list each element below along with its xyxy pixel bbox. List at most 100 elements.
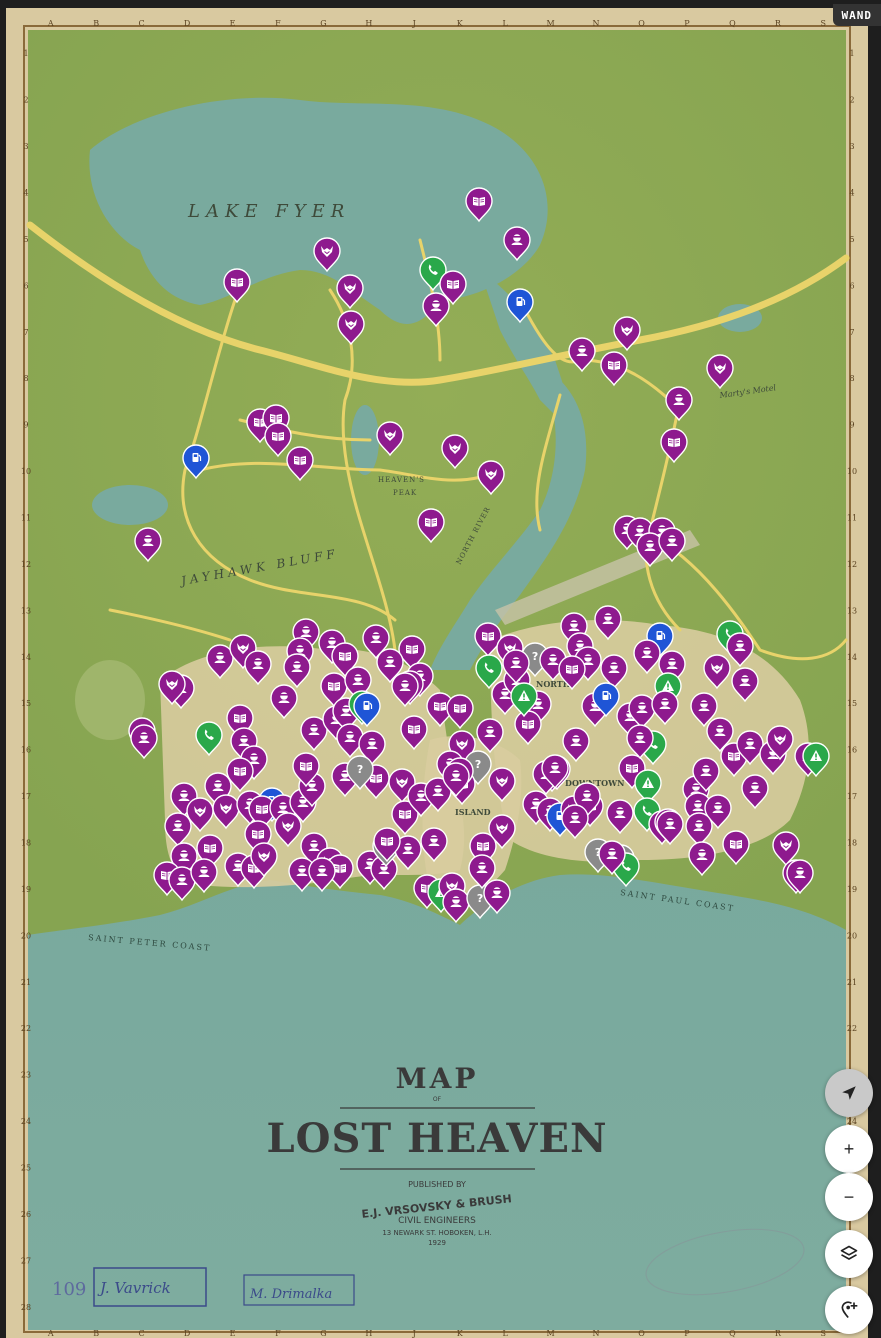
grid-number: 18 <box>21 839 31 848</box>
grid-number: 12 <box>847 560 857 569</box>
signature-drimalka: M. Drimalka <box>249 1287 332 1302</box>
layers-button[interactable] <box>825 1230 873 1278</box>
grid-number: 9 <box>23 421 28 430</box>
signature-vavrick: J. Vavrick <box>97 1279 171 1297</box>
svg-text:?: ? <box>477 892 483 905</box>
published-by: PUBLISHED BY <box>408 1180 466 1189</box>
grid-number: 2 <box>23 96 28 105</box>
grid-letter: E <box>230 19 236 28</box>
grid-letter: R <box>775 1329 782 1338</box>
label-heavens-peak-2: PEAK <box>393 489 417 497</box>
grid-number: 5 <box>23 235 28 244</box>
grid-letter: N <box>593 1329 600 1338</box>
grid-number: 24 <box>21 1117 31 1126</box>
grid-number: 27 <box>21 1256 31 1265</box>
grid-letter: M <box>547 19 555 28</box>
publisher-address: 13 NEWARK ST. HOBOKEN, L.H. <box>382 1229 491 1237</box>
grid-letter: E <box>230 1329 236 1338</box>
grid-letter: F <box>275 1329 281 1338</box>
grid-number: 13 <box>21 606 31 615</box>
grid-letter: Q <box>729 1329 736 1338</box>
add-location-icon <box>841 1301 858 1319</box>
pond-west <box>92 485 168 525</box>
grid-letter: O <box>638 1329 645 1338</box>
add-marker-button[interactable] <box>825 1286 873 1334</box>
grid-number: 5 <box>849 235 854 244</box>
grid-number: 6 <box>849 281 854 290</box>
grid-number: 28 <box>21 1303 31 1312</box>
grid-number: 11 <box>847 514 857 523</box>
title-map: MAP <box>396 1062 479 1095</box>
grid-number: 12 <box>21 560 31 569</box>
grid-number: 17 <box>847 792 857 801</box>
grid-letter: N <box>593 19 600 28</box>
grid-number: 10 <box>847 467 857 476</box>
grid-letter: H <box>365 1329 372 1338</box>
grid-letter: L <box>503 19 509 28</box>
grid-number: 14 <box>21 653 31 662</box>
title-of: OF <box>433 1096 442 1103</box>
grid-letter: Q <box>729 19 736 28</box>
layers-icon <box>840 1245 858 1260</box>
grid-number: 13 <box>847 606 857 615</box>
grid-number: 4 <box>23 189 28 198</box>
grid-letter: A <box>47 19 54 28</box>
grid-number: 7 <box>23 328 28 337</box>
grid-letter: S <box>821 19 826 28</box>
grid-letter: C <box>139 1329 145 1338</box>
grid-letter: B <box>93 19 99 28</box>
grid-number: 11 <box>21 514 31 523</box>
grid-letter: L <box>503 1329 509 1338</box>
grid-number: 8 <box>849 374 854 383</box>
grid-number: 15 <box>847 699 857 708</box>
publish-year: 1929 <box>428 1239 446 1247</box>
zoom-out-button[interactable]: − <box>825 1173 873 1221</box>
grid-number: 4 <box>849 189 854 198</box>
grid-letter: R <box>775 19 782 28</box>
grid-number: 1 <box>849 49 854 58</box>
grid-number: 16 <box>21 746 31 755</box>
grid-number: 21 <box>847 978 857 987</box>
grid-letter: A <box>47 1329 54 1338</box>
grid-letter: M <box>547 1329 555 1338</box>
grid-letter: B <box>93 1329 99 1338</box>
label-island: ISLAND <box>455 807 491 817</box>
svg-text:?: ? <box>532 650 538 663</box>
grid-letter: K <box>457 1329 464 1338</box>
title-lost-heaven: LOST HEAVEN <box>266 1115 607 1162</box>
grid-letter: P <box>684 19 690 28</box>
grid-number: 8 <box>23 374 28 383</box>
grid-number: 2 <box>849 96 854 105</box>
grid-number: 7 <box>849 328 854 337</box>
grid-number: 1 <box>23 49 28 58</box>
grid-letter: O <box>638 19 645 28</box>
grid-number: 9 <box>849 421 854 430</box>
wand-logo[interactable]: WAND <box>832 4 881 26</box>
grid-letter: G <box>320 1329 326 1338</box>
grid-number: 20 <box>21 931 31 940</box>
grid-letter: D <box>184 19 190 28</box>
grid-letter: P <box>684 1329 690 1338</box>
grid-letter: J <box>412 1329 416 1338</box>
grid-number: 19 <box>847 885 857 894</box>
grid-number: 19 <box>21 885 31 894</box>
grid-number: 22 <box>21 1024 31 1033</box>
grid-number: 22 <box>847 1024 857 1033</box>
stamp-number: 109 <box>52 1279 86 1300</box>
svg-text:?: ? <box>475 758 481 771</box>
grid-number: 16 <box>847 746 857 755</box>
grid-number: 23 <box>21 1071 31 1080</box>
grid-number: 15 <box>21 699 31 708</box>
grid-letter: H <box>365 19 372 28</box>
grid-number: 6 <box>23 281 28 290</box>
grid-number: 26 <box>21 1210 31 1219</box>
grid-letter: S <box>821 1329 826 1338</box>
grid-letter: D <box>184 1329 190 1338</box>
map-canvas[interactable]: ABCDEFGHJKLMNOPQRS ABCDEFGHJKLMNOPQRS 12… <box>0 0 881 1338</box>
label-lake-fyer: LAKE FYER <box>187 201 350 222</box>
grid-letter: C <box>139 19 145 28</box>
locate-button[interactable] <box>825 1069 873 1117</box>
grid-number: 3 <box>23 142 28 151</box>
grid-number: 14 <box>847 653 857 662</box>
zoom-in-button[interactable]: + <box>825 1125 873 1173</box>
